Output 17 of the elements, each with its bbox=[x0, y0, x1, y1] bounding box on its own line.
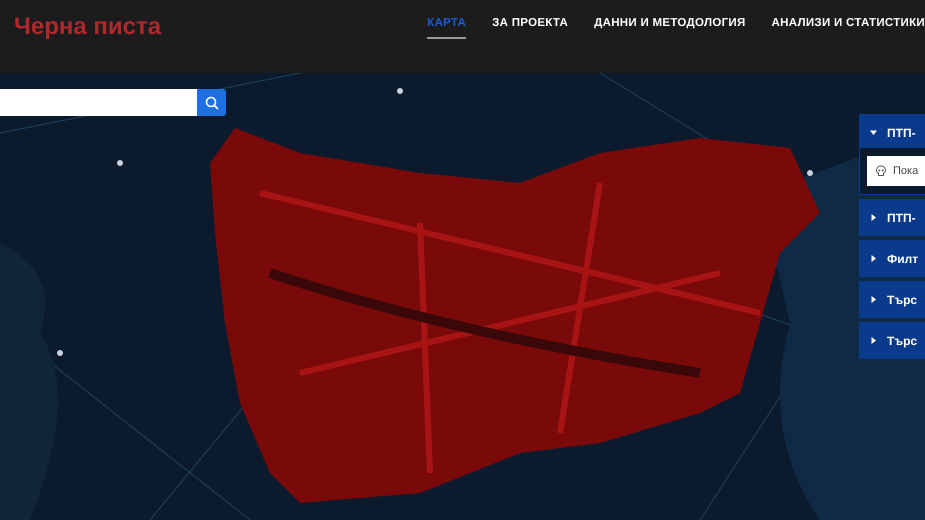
accordion-header[interactable]: Търс bbox=[859, 322, 925, 359]
caret-icon bbox=[870, 296, 877, 303]
search-field[interactable] bbox=[0, 89, 197, 116]
accordion-header[interactable]: Филт bbox=[859, 240, 925, 277]
skull-icon bbox=[875, 165, 887, 177]
nav-link[interactable]: АНАЛИЗИ И СТАТИСТИКИ bbox=[772, 12, 925, 38]
nav-link[interactable]: ДАННИ И МЕТОДОЛОГИЯ bbox=[594, 12, 746, 38]
caret-icon bbox=[870, 337, 877, 344]
accordion-header[interactable]: Търс bbox=[859, 281, 925, 318]
caret-icon bbox=[870, 129, 877, 136]
search-icon bbox=[204, 96, 218, 110]
accordion-header[interactable]: ПТП- bbox=[859, 199, 925, 236]
nav-link[interactable]: ЗА ПРОЕКТА bbox=[492, 12, 568, 38]
option-button[interactable]: Пока bbox=[867, 156, 925, 186]
caret-icon bbox=[870, 214, 877, 221]
search-button[interactable] bbox=[197, 89, 226, 116]
caret-icon bbox=[870, 255, 877, 262]
